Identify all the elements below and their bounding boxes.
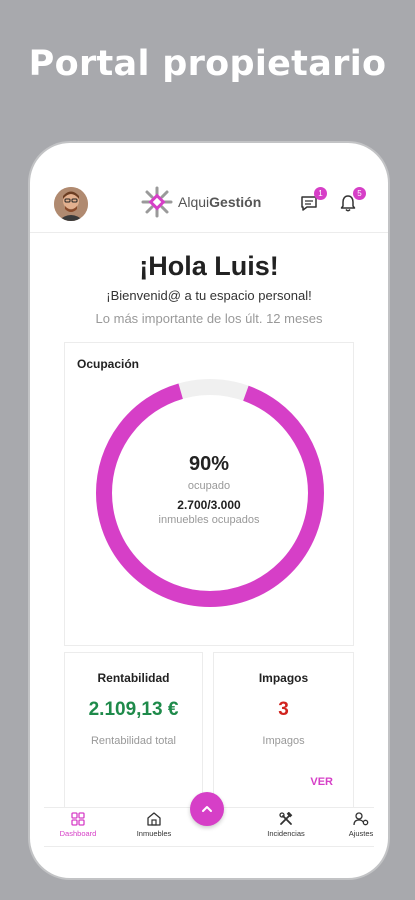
app-logo: AlquiGestión: [140, 185, 261, 219]
nav-item-dashboard[interactable]: Dashboard: [46, 812, 110, 838]
nav-label-incidencias: Incidencias: [267, 829, 305, 838]
occupancy-ring: [96, 379, 324, 607]
impagos-card[interactable]: Impagos 3 Impagos VER: [213, 652, 354, 832]
logo-mark-icon: [141, 186, 173, 218]
phone-screen: AlquiGestión 1 5 ¡Hola Luis! ¡Bienvenid@…: [30, 143, 388, 878]
nav-label-ajustes: Ajustes: [348, 829, 374, 838]
ver-link[interactable]: VER: [310, 776, 333, 788]
nav-item-ajustes[interactable]: Ajustes: [329, 812, 388, 838]
occupancy-ratio-sub: inmuebles ocupados: [158, 514, 260, 526]
greeting-title: ¡Hola Luis!: [139, 251, 279, 281]
occupancy-card[interactable]: Ocupación 90% ocupado 2.700/3.000 inmueb…: [64, 342, 354, 646]
impagos-title: Impagos: [258, 671, 309, 685]
occupancy-percent: 90%: [188, 453, 230, 475]
rentabilidad-value: 2.109,13 €: [88, 699, 179, 720]
welcome-text: ¡Bienvenid@ a tu espacio personal!: [106, 288, 312, 303]
chevron-up-icon: [202, 806, 212, 812]
impagos-sub: Impagos: [262, 735, 305, 747]
building-icon: [147, 812, 161, 826]
tools-icon: [279, 812, 293, 825]
nav-item-incidencias[interactable]: Incidencias: [254, 812, 318, 838]
nav-label-inmuebles: Inmuebles: [136, 829, 172, 838]
notifications-badge: 5: [353, 187, 366, 200]
logo-text: AlquiGestión: [178, 194, 262, 210]
occupancy-ring-arc: [96, 379, 324, 607]
expand-menu-button[interactable]: [190, 792, 224, 826]
rentabilidad-sub: Rentabilidad total: [90, 735, 176, 747]
notifications-button[interactable]: 5: [338, 187, 366, 215]
messages-button[interactable]: 1: [299, 187, 327, 215]
rentabilidad-title: Rentabilidad: [97, 671, 170, 685]
rentabilidad-card[interactable]: Rentabilidad 2.109,13 € Rentabilidad tot…: [64, 652, 203, 832]
occupancy-title: Ocupación: [77, 357, 140, 371]
impagos-value: 3: [278, 699, 289, 720]
nav-label-dashboard: Dashboard: [59, 829, 97, 838]
occupancy-ratio: 2.700/3.000: [177, 498, 241, 512]
occupancy-percent-sub: ocupado: [187, 480, 231, 492]
banner-title: Portal propietario: [28, 44, 387, 84]
messages-badge: 1: [314, 187, 327, 200]
period-text: Lo más importante de los últ. 12 meses: [95, 311, 323, 326]
app-topbar: AlquiGestión 1 5: [30, 143, 388, 233]
settings-icon: [353, 812, 369, 826]
dashboard-icon: [71, 812, 85, 826]
nav-item-inmuebles[interactable]: Inmuebles: [122, 812, 186, 838]
avatar[interactable]: [54, 187, 88, 221]
